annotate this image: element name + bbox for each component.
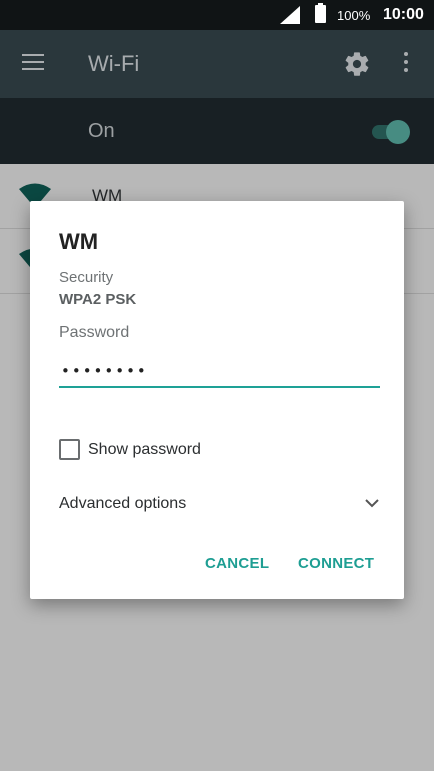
show-password-label: Show password <box>88 441 201 458</box>
status-bar: 100% 10:00 <box>0 0 434 30</box>
signal-icon <box>280 6 300 24</box>
advanced-options-row[interactable]: Advanced options <box>59 494 380 516</box>
security-label: Security <box>59 269 114 286</box>
chevron-down-icon[interactable] <box>364 496 380 510</box>
battery-percent: 100% <box>337 8 371 23</box>
dialog-title: WM <box>59 229 99 254</box>
wifi-connect-dialog: WM Security WPA2 PSK Password Show passw… <box>30 201 404 599</box>
connect-button[interactable]: CONNECT <box>298 555 374 572</box>
battery-icon <box>315 3 326 23</box>
show-password-checkbox[interactable] <box>59 439 80 460</box>
status-clock: 10:00 <box>383 6 424 23</box>
security-value: WPA2 PSK <box>59 291 137 308</box>
password-input[interactable] <box>59 356 380 388</box>
cancel-button[interactable]: CANCEL <box>205 555 269 572</box>
advanced-options-label: Advanced options <box>59 495 187 512</box>
password-label: Password <box>59 324 130 341</box>
